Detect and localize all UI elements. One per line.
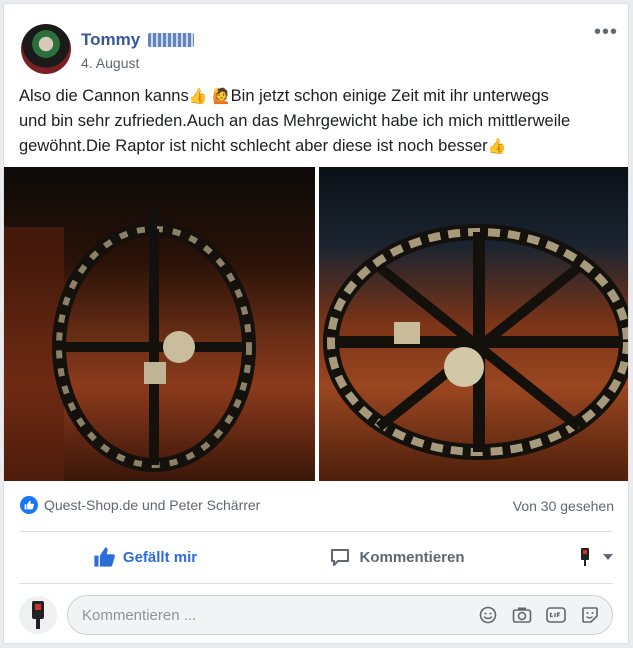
post-date[interactable]: 4. August xyxy=(81,55,139,71)
metal-detector-coil-image-1 xyxy=(4,207,256,481)
post-photo-1[interactable] xyxy=(4,167,315,481)
divider xyxy=(19,583,613,584)
post-photos xyxy=(4,167,628,481)
comment-bubble-icon xyxy=(331,549,350,566)
chevron-down-icon xyxy=(603,554,613,560)
like-reaction-icon xyxy=(20,496,38,514)
detector-avatar-icon xyxy=(581,548,589,566)
comment-box[interactable] xyxy=(67,595,613,635)
author-name[interactable]: Tommy xyxy=(81,30,140,50)
comment-tools xyxy=(478,605,600,625)
author-avatar[interactable] xyxy=(21,24,71,74)
comment-input[interactable] xyxy=(80,605,478,625)
like-button[interactable]: Gefällt mir xyxy=(19,538,271,576)
author-row: Tommy xyxy=(81,28,195,52)
more-options-icon[interactable]: ••• xyxy=(594,22,618,42)
author-badge-icon xyxy=(148,33,195,47)
comment-button[interactable]: Kommentieren xyxy=(271,538,523,576)
camera-icon[interactable] xyxy=(512,605,532,625)
woman-raising-hand-emoji: 🙋 xyxy=(211,88,231,105)
thumbs-up-emoji-2: 👍 xyxy=(487,138,507,155)
post-text-line2: und bin sehr zufrieden.Auch an das Mehrg… xyxy=(19,112,571,130)
detector-avatar-icon xyxy=(32,601,44,629)
comment-composer xyxy=(19,593,613,637)
likers-text[interactable]: Quest-Shop.de und Peter Schärrer xyxy=(44,497,260,513)
action-bar: Gefällt mir Kommentieren xyxy=(19,538,613,576)
gif-icon[interactable] xyxy=(546,605,566,625)
reactions-summary[interactable]: Quest-Shop.de und Peter Schärrer xyxy=(20,496,260,514)
post-text-line1b: Bin jetzt schon einige Zeit mit ihr unte… xyxy=(230,87,549,105)
post-card: Tommy 4. August ••• Also die Cannon kann… xyxy=(3,3,629,644)
seen-count[interactable]: Von 30 gesehen xyxy=(513,498,614,514)
current-user-avatar[interactable] xyxy=(19,596,57,634)
comment-button-label: Kommentieren xyxy=(359,548,465,566)
like-button-label: Gefällt mir xyxy=(122,548,198,566)
post-text-line1: Also die Cannon kanns xyxy=(19,87,189,105)
audience-selector[interactable] xyxy=(523,538,613,576)
metal-detector-coil-image-2 xyxy=(323,224,628,460)
thumbs-up-emoji: 👍 xyxy=(188,88,208,105)
thumbs-up-icon xyxy=(94,547,115,567)
post-text-line3: gewöhnt.Die Raptor ist nicht schlecht ab… xyxy=(19,137,488,155)
divider xyxy=(19,531,613,532)
post-photo-2[interactable] xyxy=(319,167,628,481)
emoji-smiley-icon[interactable] xyxy=(478,605,498,625)
sticker-icon[interactable] xyxy=(580,605,600,625)
post-text: Also die Cannon kanns👍 🙋Bin jetzt schon … xyxy=(19,84,619,159)
